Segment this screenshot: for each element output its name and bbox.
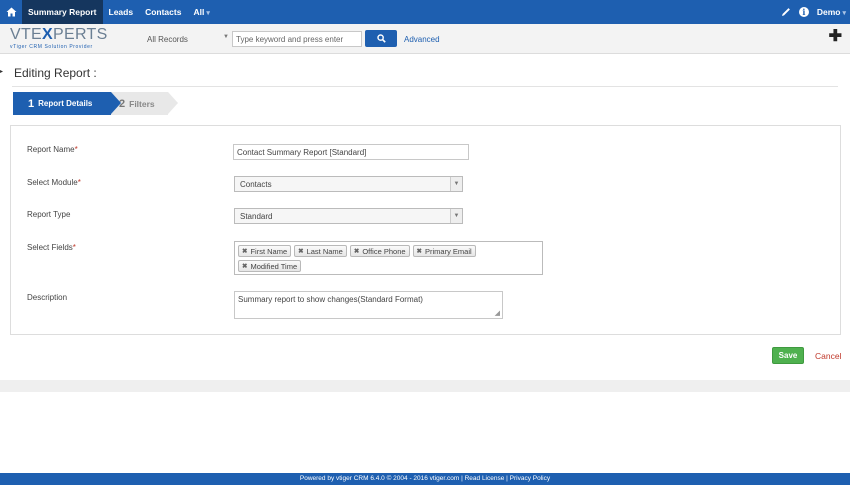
step-arrow [111, 92, 121, 114]
remove-chip-icon[interactable]: ✖ [354, 247, 359, 255]
footer: Powered by vtiger CRM 6.4.0 © 2004 - 201… [0, 473, 850, 485]
divider [12, 86, 838, 87]
remove-chip-icon[interactable]: ✖ [242, 247, 247, 255]
remove-chip-icon[interactable]: ✖ [298, 247, 303, 255]
plus-icon[interactable]: ✚ [829, 29, 842, 45]
search-input[interactable] [232, 31, 362, 47]
page-title: Editing Report : [14, 66, 97, 80]
field-chip[interactable]: ✖ Office Phone [349, 245, 410, 257]
step-number: 1 [28, 97, 35, 110]
module-select[interactable]: Contacts ▼ [234, 176, 463, 192]
search-bar: VTEXPERTS vTiger CRM Solution Provider A… [0, 24, 850, 54]
sidebar-toggle-icon[interactable]: ▸ [0, 68, 5, 76]
nav-item-summary-report[interactable]: Summary Report [22, 0, 103, 24]
chevron-down-icon: ▼ [450, 209, 462, 223]
search-icon [376, 34, 386, 43]
nav-item-all[interactable]: All ▾ [187, 0, 215, 24]
user-menu[interactable]: Demo ▾ [817, 7, 846, 17]
field-chip[interactable]: ✖ Last Name [294, 245, 347, 257]
remove-chip-icon[interactable]: ✖ [242, 262, 247, 270]
logo[interactable]: VTEXPERTS vTiger CRM Solution Provider [10, 26, 108, 51]
report-type-value: Standard [240, 211, 273, 221]
report-name-label: Report Name* [27, 145, 78, 154]
home-icon [6, 7, 16, 17]
topnav-right-tools: i Demo ▾ [781, 0, 846, 24]
remove-chip-icon[interactable]: ✖ [417, 247, 422, 255]
pencil-icon[interactable] [781, 7, 791, 17]
step-arrow [168, 92, 178, 114]
select-module-label: Select Module* [27, 178, 81, 187]
chevron-down-icon: ▼ [223, 34, 229, 40]
description-label: Description [27, 293, 68, 302]
search-scope-select[interactable]: All Records ▼ [143, 31, 231, 47]
description-field[interactable]: Summary report to show changes(Standard … [234, 291, 503, 319]
resize-handle-icon[interactable]: ◢ [495, 309, 500, 317]
report-type-label: Report Type [27, 210, 71, 219]
report-name-field[interactable] [233, 144, 469, 160]
field-chip[interactable]: ✖ First Name [238, 245, 292, 257]
report-type-select[interactable]: Standard ▼ [234, 208, 463, 224]
chevron-down-icon: ▼ [450, 177, 462, 191]
save-button[interactable]: Save [772, 347, 804, 364]
logo-wordmark: VTEXPERTS [10, 26, 108, 43]
search-scope-value: All Records [147, 34, 188, 44]
nav-item-contacts[interactable]: Contacts [139, 0, 187, 24]
report-details-form: Report Name* Select Module* Contacts ▼ R… [10, 125, 841, 335]
cancel-link[interactable]: Cancel [815, 351, 841, 361]
chevron-down-icon: ▾ [206, 10, 210, 17]
logo-tagline: vTiger CRM Solution Provider [10, 44, 93, 50]
step-report-details[interactable]: 1 Report Details [13, 92, 111, 115]
field-chip[interactable]: ✖ Modified Time [238, 260, 302, 272]
content-footer-band [0, 380, 850, 392]
chevron-down-icon: ▾ [842, 10, 846, 17]
advanced-search-link[interactable]: Advanced [404, 35, 440, 44]
top-navigation-bar: Summary Report Leads Contacts All ▾ i Dem… [0, 0, 850, 24]
field-chip[interactable]: ✖ Primary Email [412, 245, 476, 257]
user-name: Demo [816, 7, 841, 17]
search-button[interactable] [365, 30, 397, 47]
info-icon[interactable]: i [798, 7, 809, 17]
description-value: Summary report to show changes(Standard … [238, 295, 423, 304]
select-fields-label: Select Fields* [27, 243, 76, 252]
step-label: Report Details [38, 99, 93, 108]
module-select-value: Contacts [240, 179, 272, 189]
step-label: Filters [129, 98, 155, 109]
nav-item-leads[interactable]: Leads [103, 0, 140, 24]
nav-item-all-label: All [193, 7, 205, 17]
select-fields-input[interactable]: ✖ First Name ✖ Last Name ✖ Office Phone ✖ Pr… [234, 241, 543, 275]
home-button[interactable] [0, 0, 22, 24]
